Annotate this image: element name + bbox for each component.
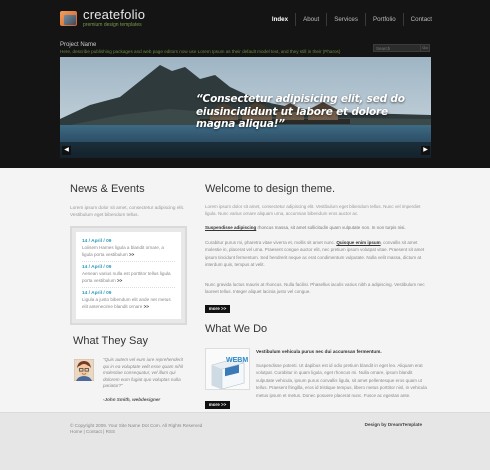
search-button[interactable]: Go bbox=[421, 44, 430, 52]
news-text: Loiisem Hames ligula a blandit ornare, a… bbox=[82, 245, 164, 257]
testimonial-heading: What They Say bbox=[73, 335, 148, 347]
service-text: Suspendisse potenti. Ut dapibus est id o… bbox=[256, 363, 427, 398]
news-more-link[interactable]: >> bbox=[117, 278, 122, 283]
news-text: Ligula a justo bibendum elit ande net me… bbox=[82, 297, 171, 309]
news-item: 14 / April / 09 Ligula a justo bibendum … bbox=[82, 288, 175, 313]
arrow-left-icon: ◀ bbox=[64, 147, 69, 153]
hero-slider: “Consectetur adipisicing elit, sed do ei… bbox=[60, 57, 431, 158]
slider-next-button[interactable]: ▶ bbox=[421, 146, 430, 155]
service-title: Vestibulum vehicula purus nec dui accums… bbox=[256, 349, 382, 354]
news-item: 14 / April / 09 Loiisem Hames ligula a b… bbox=[82, 236, 175, 262]
what-we-do-more-button[interactable]: more >> bbox=[205, 401, 230, 409]
brand-name: createfolio bbox=[83, 7, 146, 22]
avatar bbox=[73, 358, 95, 382]
welcome-paragraph: Lorem ipsum dolor sit amet, consectetur … bbox=[205, 204, 421, 216]
welcome-more-button[interactable]: more >> bbox=[205, 305, 230, 313]
news-item: 14 / April / 09 Aenean varius nulla est … bbox=[82, 262, 175, 288]
news-text: Aenean varius nulla est porttitor tellus… bbox=[82, 271, 171, 283]
welcome-heading: Welcome to design theme. bbox=[205, 183, 336, 195]
service-image-label: WEBM bbox=[226, 357, 248, 364]
site-footer: © Copyright 2009. Your Site Name Dot Com… bbox=[0, 412, 490, 470]
webm-box-icon: WEBM bbox=[206, 349, 249, 389]
logo-icon bbox=[60, 11, 77, 26]
footer-links[interactable]: Home | Contact | RSS bbox=[70, 428, 115, 435]
inline-link[interactable]: Suspendisse adipiscing bbox=[205, 225, 256, 230]
nav-contact[interactable]: Contact bbox=[404, 13, 432, 26]
nav-about[interactable]: About bbox=[296, 13, 328, 26]
slider-prev-button[interactable]: ◀ bbox=[62, 146, 71, 155]
news-intro: Lorem ipsum dolor sit amet, consectetur … bbox=[70, 205, 185, 217]
testimonial-quote: “Quis autem vel eum iure reprehenderit q… bbox=[103, 357, 183, 388]
welcome-paragraph: Curabitur purus mi, pharetra vitae viver… bbox=[205, 240, 425, 268]
news-heading: News & Events bbox=[70, 183, 145, 195]
main-nav: Index About Services Portfolio Contact bbox=[265, 13, 432, 26]
nav-services[interactable]: Services bbox=[327, 13, 366, 26]
logo[interactable]: createfolio premium design templates bbox=[60, 8, 145, 29]
nav-index[interactable]: Index bbox=[265, 13, 297, 26]
nav-portfolio[interactable]: Portfolio bbox=[366, 13, 404, 26]
arrow-right-icon: ▶ bbox=[423, 147, 428, 153]
inline-link[interactable]: Quisque enim ipsum bbox=[336, 240, 380, 245]
project-bar: Project Name Here, describe publishing p… bbox=[60, 42, 430, 55]
footer-credit[interactable]: Design by DreamTemplate bbox=[365, 422, 422, 427]
welcome-paragraph: Suspendisse adipiscing rhoncus massa, si… bbox=[205, 225, 406, 230]
news-more-link[interactable]: >> bbox=[144, 304, 149, 309]
site-header: createfolio premium design templates Ind… bbox=[0, 0, 490, 168]
welcome-paragraph: Nunc gravida luctus mauris at rhoncus. N… bbox=[205, 282, 425, 295]
service-image: WEBM bbox=[205, 348, 250, 390]
avatar-icon bbox=[73, 358, 95, 382]
brand-tagline: premium design templates bbox=[83, 22, 142, 28]
search-input[interactable] bbox=[373, 44, 421, 52]
news-box: 14 / April / 09 Loiisem Hames ligula a b… bbox=[70, 226, 187, 325]
news-more-link[interactable]: >> bbox=[129, 252, 134, 257]
project-description: Here, describe publishing packages and w… bbox=[60, 49, 341, 54]
testimonial-author: -John Smith, webdesigner bbox=[103, 397, 161, 402]
slide-quote: “Consectetur adipisicing elit, sed do ei… bbox=[196, 93, 405, 130]
search-box: Go bbox=[373, 44, 430, 52]
what-we-do-heading: What We Do bbox=[205, 323, 268, 335]
